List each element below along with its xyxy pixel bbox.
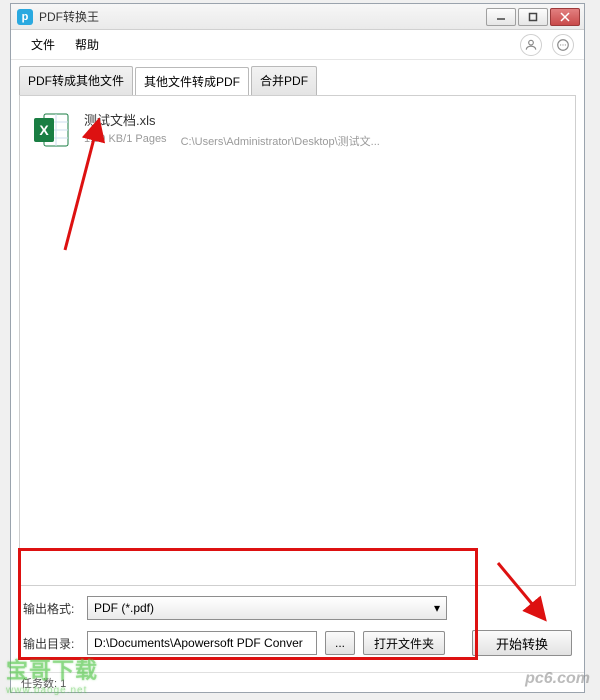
menubar: 文件 帮助 [11,30,584,60]
output-dir-label: 输出目录: [23,635,79,652]
menu-file[interactable]: 文件 [21,32,65,57]
tab-other-to-pdf[interactable]: 其他文件转成PDF [135,67,249,96]
menu-help[interactable]: 帮助 [65,32,109,57]
chevron-down-icon: ▾ [434,601,440,615]
file-name: 测试文档.xls [84,110,563,129]
file-info: 测试文档.xls 1.69 KB/1 Pages C:\Users\Admini… [84,110,563,150]
user-icon [524,38,538,52]
app-icon: p [17,9,33,25]
file-path: C:\Users\Administrator\Desktop\测试文... [181,133,380,149]
output-format-value: PDF (*.pdf) [94,601,154,615]
browse-button[interactable]: ... [325,631,355,655]
output-dir-value: D:\Documents\Apowersoft PDF Conver [94,636,303,650]
maximize-icon [528,12,538,22]
file-row[interactable]: X 测试文档.xls 1.69 KB/1 Pages C:\Users\Admi… [30,104,565,156]
minimize-button[interactable] [486,8,516,26]
tab-pdf-to-other[interactable]: PDF转成其他文件 [19,66,133,95]
close-button[interactable] [550,8,580,26]
app-window: p PDF转换王 文件 帮助 PDF转成其他文件 [10,3,585,693]
task-count: 任务数: 1 [21,675,66,691]
excel-file-icon: X [32,110,72,150]
chat-button[interactable] [552,34,574,56]
start-convert-button[interactable]: 开始转换 [472,630,572,656]
close-icon [560,12,570,22]
file-size: 1.69 KB/1 Pages [84,133,167,149]
user-button[interactable] [520,34,542,56]
window-controls [486,8,580,26]
chat-icon [556,38,570,52]
statusbar: 任务数: 1 [11,672,584,692]
output-format-select[interactable]: PDF (*.pdf) ▾ [87,596,447,620]
tab-bar: PDF转成其他文件 其他文件转成PDF 合并PDF [11,60,584,95]
output-dir-input[interactable]: D:\Documents\Apowersoft PDF Conver [87,631,317,655]
titlebar: p PDF转换王 [11,4,584,30]
minimize-icon [496,12,506,22]
file-list: X 测试文档.xls 1.69 KB/1 Pages C:\Users\Admi… [19,95,576,586]
open-folder-button[interactable]: 打开文件夹 [363,631,445,655]
svg-text:X: X [39,122,49,138]
maximize-button[interactable] [518,8,548,26]
window-title: PDF转换王 [39,8,486,25]
output-format-label: 输出格式: [23,600,79,617]
output-panel: 输出格式: PDF (*.pdf) ▾ 输出目录: D:\Documents\A… [11,586,584,672]
tab-merge-pdf[interactable]: 合并PDF [251,66,317,95]
